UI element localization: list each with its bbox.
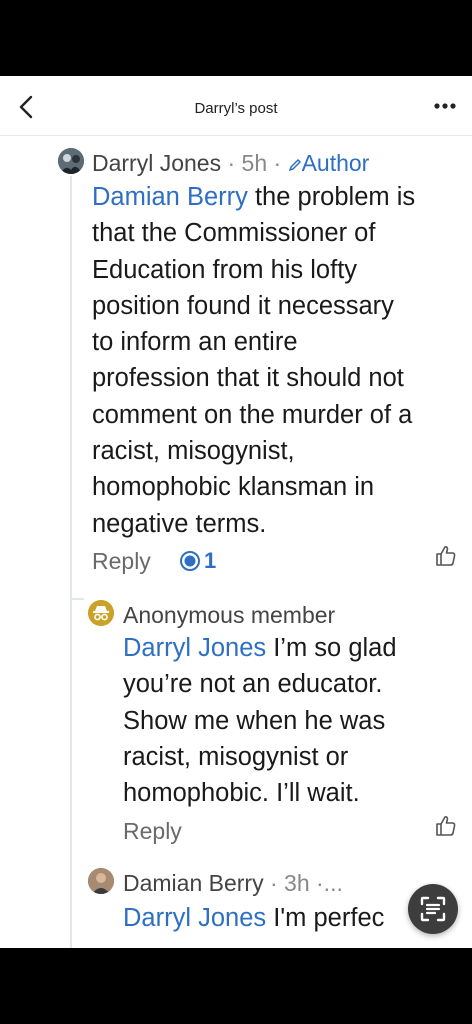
comment-line: Education from his lofty [92,255,358,284]
thumbs-up-icon[interactable] [434,544,458,568]
comment-line: homophobic. I’ll wait. [123,779,360,808]
comment-line: you’re not an educator. [123,670,383,699]
comment-time: · 5h · [227,150,282,176]
comment-line: that the Commissioner of [92,219,376,248]
comment-line: comment on the murder of a [92,400,413,429]
comment-meta: Anonymous member [123,602,335,629]
more-horizontal-icon[interactable] [430,98,460,114]
reply-button[interactable]: Reply [123,818,182,845]
like-count: 1 [204,548,217,573]
mention-link[interactable]: Damian Berry [92,183,248,211]
comment-line: racist, misogynist, [92,437,295,466]
scan-text-icon [420,896,446,922]
comment-body: Damian Berry the problem is that the Com… [92,179,415,542]
comment-line: racist, misogynist or [123,742,349,771]
comment-line: Show me when he was [123,706,386,735]
pencil-icon [288,158,301,172]
comment-author: Anonymous member [123,602,336,628]
comment-body: Darryl Jones I’m so glad you’re not an e… [123,630,397,811]
comment-line: profession that it should not [92,364,404,393]
avatar[interactable] [58,148,84,174]
thumbs-up-icon[interactable] [434,814,458,838]
text-scan-button[interactable] [408,884,458,934]
comment-line: negative terms. [92,509,267,538]
author-badge: Author [288,150,369,176]
comment-time: · 3h ·... [270,870,343,896]
like-reaction-icon [180,551,200,571]
comment-line: Darryl Jones I’m so glad [123,634,397,662]
thread-line [70,176,72,948]
comment-author[interactable]: Darryl Jones [92,150,221,176]
comment-meta: Darryl Jones · 5h · Author [92,150,369,177]
comment-line: position found it necessary [92,291,394,320]
page-title: Darryl’s post [194,100,278,117]
comment-author[interactable]: Damian Berry [123,870,264,896]
avatar[interactable] [88,868,114,894]
mention-link[interactable]: Darryl Jones [123,904,266,932]
comment-line: homophobic klansman in [92,473,375,502]
post-screen: Darryl’s post Darryl Jones · 5h · Author… [0,76,472,948]
anonymous-avatar [88,600,114,626]
comment-line: Damian Berry the problem is [92,183,416,211]
mention-link[interactable]: Darryl Jones [123,634,266,662]
top-bar: Darryl’s post [0,76,472,136]
comment-meta: Damian Berry · 3h ·... [123,870,343,897]
reply-button[interactable]: Reply [92,548,151,575]
comment-body: Darryl Jones I'm perfec [123,900,453,936]
thread-line [70,598,84,600]
comment-line: to inform an entire [92,328,298,357]
comment-line: Darryl Jones I'm perfec [123,904,385,932]
reaction-count[interactable]: 1 [180,548,216,574]
